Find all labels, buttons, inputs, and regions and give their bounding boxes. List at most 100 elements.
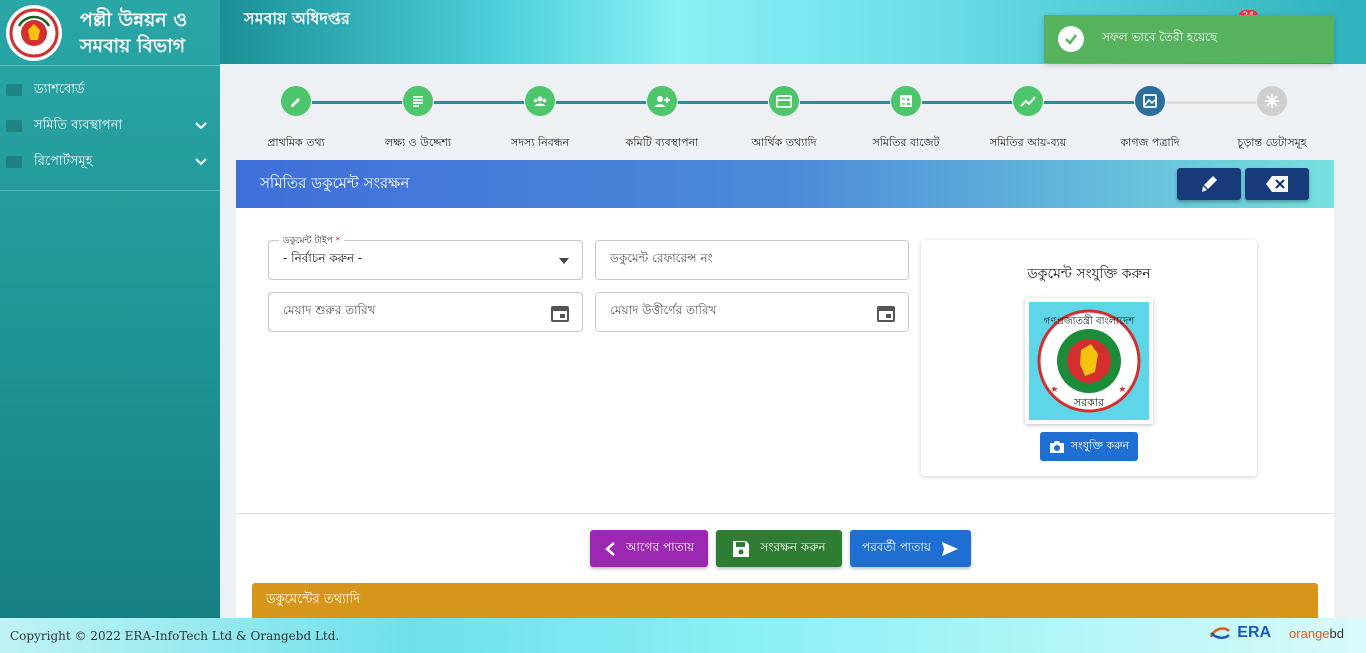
stepper-step[interactable]: আর্থিক তথ্যাদি xyxy=(724,80,844,153)
end-date-placeholder: মেয়াদ উত্তীর্ণের তারিখ xyxy=(610,303,717,317)
stepper-step-label: কাগজ পত্রাদি xyxy=(1120,136,1180,149)
success-toast[interactable]: সফল ভাবে তৈরী হয়েছে xyxy=(1044,15,1334,63)
orangebd-logo-orange: orange xyxy=(1289,625,1330,641)
image-icon xyxy=(1135,86,1165,116)
previous-page-label: আগের পাতায় xyxy=(625,539,695,554)
card-title: সমিতির ডকুমেন্ট সংরক্ষন xyxy=(260,173,410,192)
orangebd-logo-bd: bd xyxy=(1329,625,1344,641)
previous-page-button[interactable]: আগের পাতায় xyxy=(590,530,708,567)
sidebar: পল্লী উন্নয়ন ও সমবায় বিভাগ ড্যাশবোর্ড … xyxy=(0,0,220,618)
stepper-step[interactable]: কমিটি ব্যবস্থাপনা xyxy=(602,80,722,153)
next-page-label: পরবর্তী পাতায় xyxy=(862,539,931,554)
section-divider xyxy=(236,513,1334,514)
next-page-button[interactable]: পরবর্তী পাতায় xyxy=(850,530,971,567)
document-preview: গণপ্রজাতন্ত্রী বাংলাদেশ সরকার xyxy=(1025,298,1153,424)
start-date-field[interactable]: মেয়াদ শুরুর তারিখ xyxy=(268,292,583,332)
sidebar-item-dashboard[interactable]: ড্যাশবোর্ড xyxy=(0,72,220,108)
person-add-icon xyxy=(647,86,677,116)
attachment-title: ডকুমেন্ট সংযুক্তি করুন xyxy=(1027,266,1151,282)
era-mark-icon xyxy=(1210,627,1231,639)
edit-button[interactable] xyxy=(1177,168,1241,200)
brand-title: পল্লী উন্নয়ন ও সমবায় বিভাগ xyxy=(80,7,187,59)
stepper-step-label: লক্ষ্য ও উদ্দেশ্য xyxy=(384,136,452,149)
snowflake-icon xyxy=(1257,86,1287,116)
stepper-step-label: সমিতির আয়-ব্যয় xyxy=(989,136,1067,149)
stepper-step[interactable]: চূড়ান্ত ডেটাসমূহ xyxy=(1212,80,1332,153)
document-type-select[interactable]: ডকুমেন্ট টাইপ * - নির্বাচন করুন - xyxy=(268,233,583,280)
backspace-icon xyxy=(1266,176,1288,192)
orangebd-logo: orangebd xyxy=(1289,626,1344,641)
era-logo: ERA xyxy=(1209,624,1271,642)
stepper-step-label: আর্থিক তথ্যাদি xyxy=(751,136,817,149)
calculator-icon xyxy=(891,86,921,116)
start-date-placeholder: মেয়াদ শুরুর তারিখ xyxy=(283,303,376,317)
sidebar-nav: ড্যাশবোর্ড সমিতি ব্যবস্থাপনা রিপোর্টসমূহ xyxy=(0,66,220,191)
page-title: সমবায় অধিদপ্তর xyxy=(244,9,350,28)
card-header: সমিতির ডকুমেন্ট সংরক্ষন xyxy=(236,160,1334,208)
clear-button[interactable] xyxy=(1245,168,1309,200)
send-icon xyxy=(941,541,958,556)
brand-line-1: পল্লী উন্নয়ন ও xyxy=(80,8,188,31)
sidebar-item-reports[interactable]: রিপোর্টসমূহ xyxy=(0,144,220,180)
sidebar-item-label: ড্যাশবোর্ড xyxy=(34,81,85,97)
dashboard-icon xyxy=(6,84,22,96)
save-button[interactable]: সংরক্ষন করুন xyxy=(716,530,842,567)
notes-icon xyxy=(403,86,433,116)
progress-stepper: প্রাথমিক তথ্য লক্ষ্য ও উদ্দেশ্য সদস্য নিবন… xyxy=(236,80,1334,152)
document-type-label: ডকুমেন্ট টাইপ * xyxy=(279,233,345,248)
calendar-icon[interactable] xyxy=(876,303,896,323)
stepper-step-label: সদস্য নিবন্ধন xyxy=(510,136,570,149)
brush-icon xyxy=(1202,176,1217,192)
sidebar-item-label: রিপোর্টসমূহ xyxy=(34,153,93,169)
stepper-step-label: চূড়ান্ত ডেটাসমূহ xyxy=(1237,136,1307,149)
trend-icon xyxy=(1013,86,1043,116)
footer: Copyright © 2022 ERA-InfoTech Ltd & Oran… xyxy=(0,618,1366,653)
camera-icon xyxy=(1049,440,1064,453)
document-type-label-text: ডকুমেন্ট টাইপ xyxy=(283,236,333,246)
save-icon xyxy=(733,540,750,557)
sidebar-item-samity-management[interactable]: সমিতি ব্যবস্থাপনা xyxy=(0,108,220,144)
stepper-step[interactable]: সমিতির আয়-ব্যয় xyxy=(968,80,1088,153)
chevron-left-icon xyxy=(604,541,615,556)
toast-message: সফল ভাবে তৈরী হয়েছে xyxy=(1102,30,1218,44)
document-reference-field[interactable]: ডকুমেন্ট রেফারেন্স নং xyxy=(595,240,909,280)
brand: পল্লী উন্নয়ন ও সমবায় বিভাগ xyxy=(0,0,220,66)
seal-bottom-text: সরকার xyxy=(1073,396,1105,409)
check-icon xyxy=(1058,26,1084,52)
save-button-label: সংরক্ষন করুন xyxy=(760,539,826,554)
document-reference-placeholder: ডকুমেন্ট রেফারেন্স নং xyxy=(610,251,713,265)
document-card: সমিতির ডকুমেন্ট সংরক্ষন ডকুমেন্ট টাইপ * … xyxy=(236,160,1334,618)
group-icon xyxy=(525,86,555,116)
footer-logos: ERA orangebd xyxy=(1209,624,1344,642)
brand-line-2: সমবায় বিভাগ xyxy=(80,34,186,57)
samity-icon xyxy=(6,120,22,132)
chevron-down-icon xyxy=(195,158,207,166)
stepper-step[interactable]: লক্ষ্য ও উদ্দেশ্য xyxy=(358,80,478,153)
dropdown-arrow-icon xyxy=(559,258,569,264)
pencil-icon xyxy=(281,86,311,116)
stepper-step[interactable]: প্রাথমিক তথ্য xyxy=(236,80,356,153)
stepper-step[interactable]: কাগজ পত্রাদি xyxy=(1090,80,1210,153)
card-icon xyxy=(769,86,799,116)
sidebar-item-label: সমিতি ব্যবস্থাপনা xyxy=(34,117,123,133)
report-icon xyxy=(6,156,22,168)
seal-top-text: গণপ্রজাতন্ত্রী বাংলাদেশ xyxy=(1044,314,1136,327)
era-logo-text: ERA xyxy=(1237,624,1272,641)
attachment-panel: ডকুমেন্ট সংযুক্তি করুন গণপ্রজাতন্ত্রী বা… xyxy=(921,240,1257,476)
stepper-step[interactable]: সদস্য নিবন্ধন xyxy=(480,80,600,153)
end-date-field[interactable]: মেয়াদ উত্তীর্ণের তারিখ xyxy=(595,292,909,332)
document-type-value: - নির্বাচন করুন - xyxy=(283,251,363,265)
stepper-step-label: কমিটি ব্যবস্থাপনা xyxy=(625,136,699,149)
chevron-down-icon xyxy=(195,122,207,130)
attach-button[interactable]: সংযুক্তি করুন xyxy=(1040,432,1138,461)
calendar-icon[interactable] xyxy=(550,303,570,323)
stepper-step-label: প্রাথমিক তথ্য xyxy=(267,136,325,149)
government-seal-image: গণপ্রজাতন্ত্রী বাংলাদেশ সরকার xyxy=(1037,309,1141,413)
government-logo xyxy=(6,4,62,61)
copyright-text: Copyright © 2022 ERA-InfoTech Ltd & Oran… xyxy=(10,628,340,643)
attach-button-label: সংযুক্তি করুন xyxy=(1070,439,1130,452)
document-info-header: ডকুমেন্টের তথ্যাদি xyxy=(252,583,1318,618)
stepper-step[interactable]: সমিতির বাজেট xyxy=(846,80,966,153)
stepper-step-label: সমিতির বাজেট xyxy=(872,136,940,149)
document-info-title: ডকুমেন্টের তথ্যাদি xyxy=(266,592,361,607)
